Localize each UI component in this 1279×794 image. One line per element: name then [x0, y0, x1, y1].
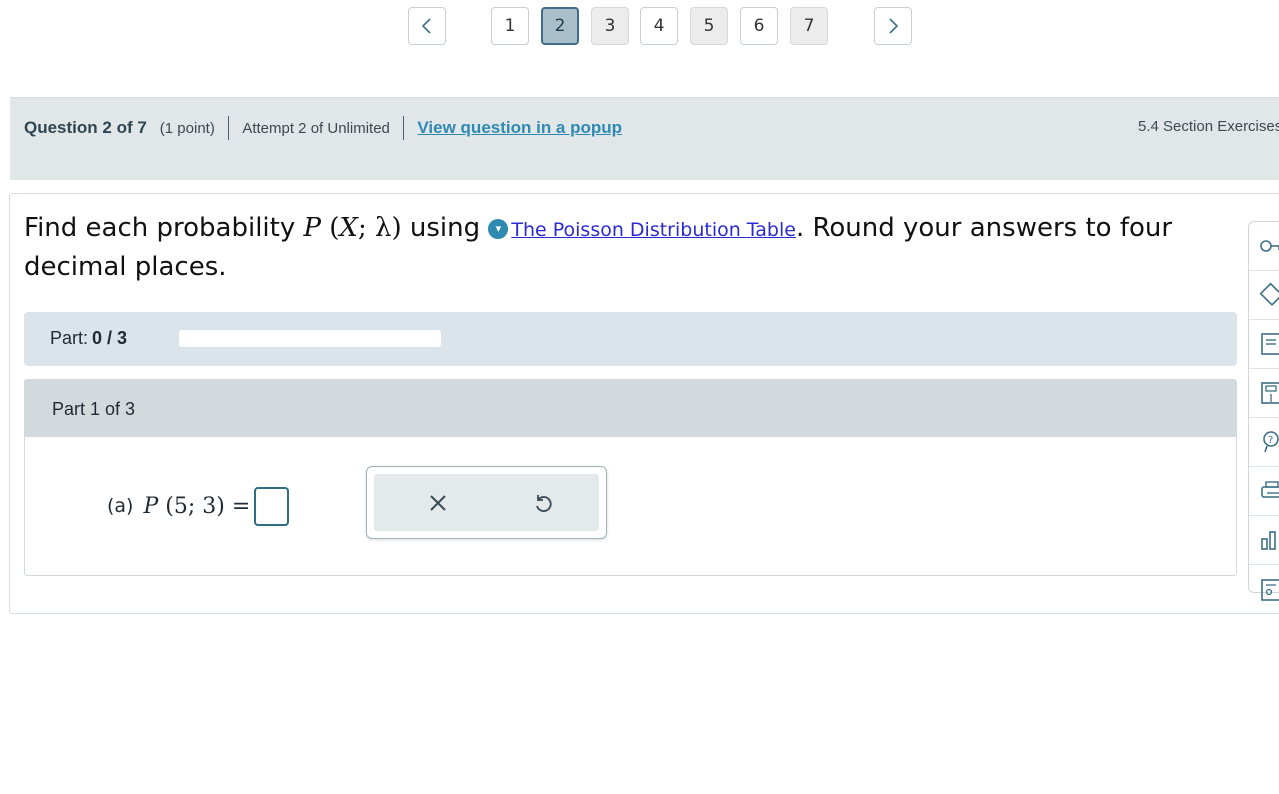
part-progress-label: Part: [50, 328, 89, 348]
clear-button[interactable] [423, 488, 453, 518]
answer-key-tool[interactable] [1249, 222, 1279, 271]
part-panel: Part 1 of 3 [24, 379, 1237, 576]
notes-icon [1261, 333, 1279, 355]
page-3-button[interactable]: 3 [591, 7, 629, 45]
eraser-tool[interactable] [1249, 271, 1279, 320]
undo-icon [536, 495, 552, 512]
answer-action-popup [366, 466, 607, 539]
page-5-button[interactable]: 5 [690, 7, 728, 45]
notes-tool[interactable] [1249, 320, 1279, 369]
calculator-icon [1261, 382, 1279, 404]
answer-expression: P (5; 3) = [143, 493, 251, 519]
question-pager: 1 2 3 4 5 6 7 [0, 0, 1279, 50]
probability-notation: P (X; λ) [303, 213, 402, 243]
previous-question-button[interactable] [408, 7, 446, 45]
print-tool[interactable] [1249, 467, 1279, 516]
chart-icon [1261, 531, 1276, 550]
svg-text:?: ? [1268, 435, 1273, 446]
print-icon [1261, 481, 1279, 498]
part-panel-header: Part 1 of 3 [25, 380, 1236, 437]
answer-label: (a) [107, 495, 134, 517]
settings-tool[interactable] [1249, 565, 1279, 614]
attempt-count: Attempt 2 of Unlimited [242, 119, 390, 137]
progress-track [179, 330, 441, 347]
header-divider [227, 116, 230, 140]
next-question-button[interactable] [874, 7, 912, 45]
page-1-button[interactable]: 1 [491, 7, 529, 45]
page-7-button[interactable]: 7 [790, 7, 828, 45]
settings-icon [1261, 578, 1279, 601]
statistics-tool[interactable] [1249, 516, 1279, 565]
part-title: Part 1 of 3 [52, 399, 136, 419]
page-6-button[interactable]: 6 [740, 7, 778, 45]
chevron-right-icon [889, 18, 899, 34]
help-tool[interactable]: ? [1249, 418, 1279, 467]
help-icon: ? [1263, 431, 1279, 453]
question-header: Question 2 of 7 (1 point) Attempt 2 of U… [10, 97, 1279, 180]
section-title: 5.4 Section Exercises [1138, 118, 1279, 135]
poisson-table-link[interactable]: The Poisson Distribution Table [511, 219, 796, 241]
eraser-icon [1259, 282, 1279, 307]
view-popup-link[interactable]: View question in a popup [417, 118, 622, 138]
calculator-tool[interactable] [1249, 369, 1279, 418]
page-2-button[interactable]: 2 [541, 7, 579, 45]
answer-row: (a) P (5; 3) = [107, 486, 290, 526]
answer-input[interactable] [254, 486, 290, 526]
tool-rail: ? [1248, 221, 1279, 601]
key-icon [1260, 240, 1279, 252]
question-text: Find each probability P (X; λ) using ▾ Th… [24, 213, 1173, 282]
undo-button[interactable] [528, 488, 558, 518]
question-points: (1 point) [159, 119, 215, 137]
part-progress-value: 0 / 3 [92, 328, 128, 348]
chevron-left-icon [421, 18, 431, 34]
page-4-button[interactable]: 4 [640, 7, 678, 45]
close-icon [430, 495, 446, 511]
question-number: Question 2 of 7 [24, 118, 147, 137]
header-divider [402, 116, 405, 140]
part-progress-bar: Part: 0 / 3 [24, 312, 1237, 366]
info-icon[interactable]: ▾ [488, 219, 509, 239]
